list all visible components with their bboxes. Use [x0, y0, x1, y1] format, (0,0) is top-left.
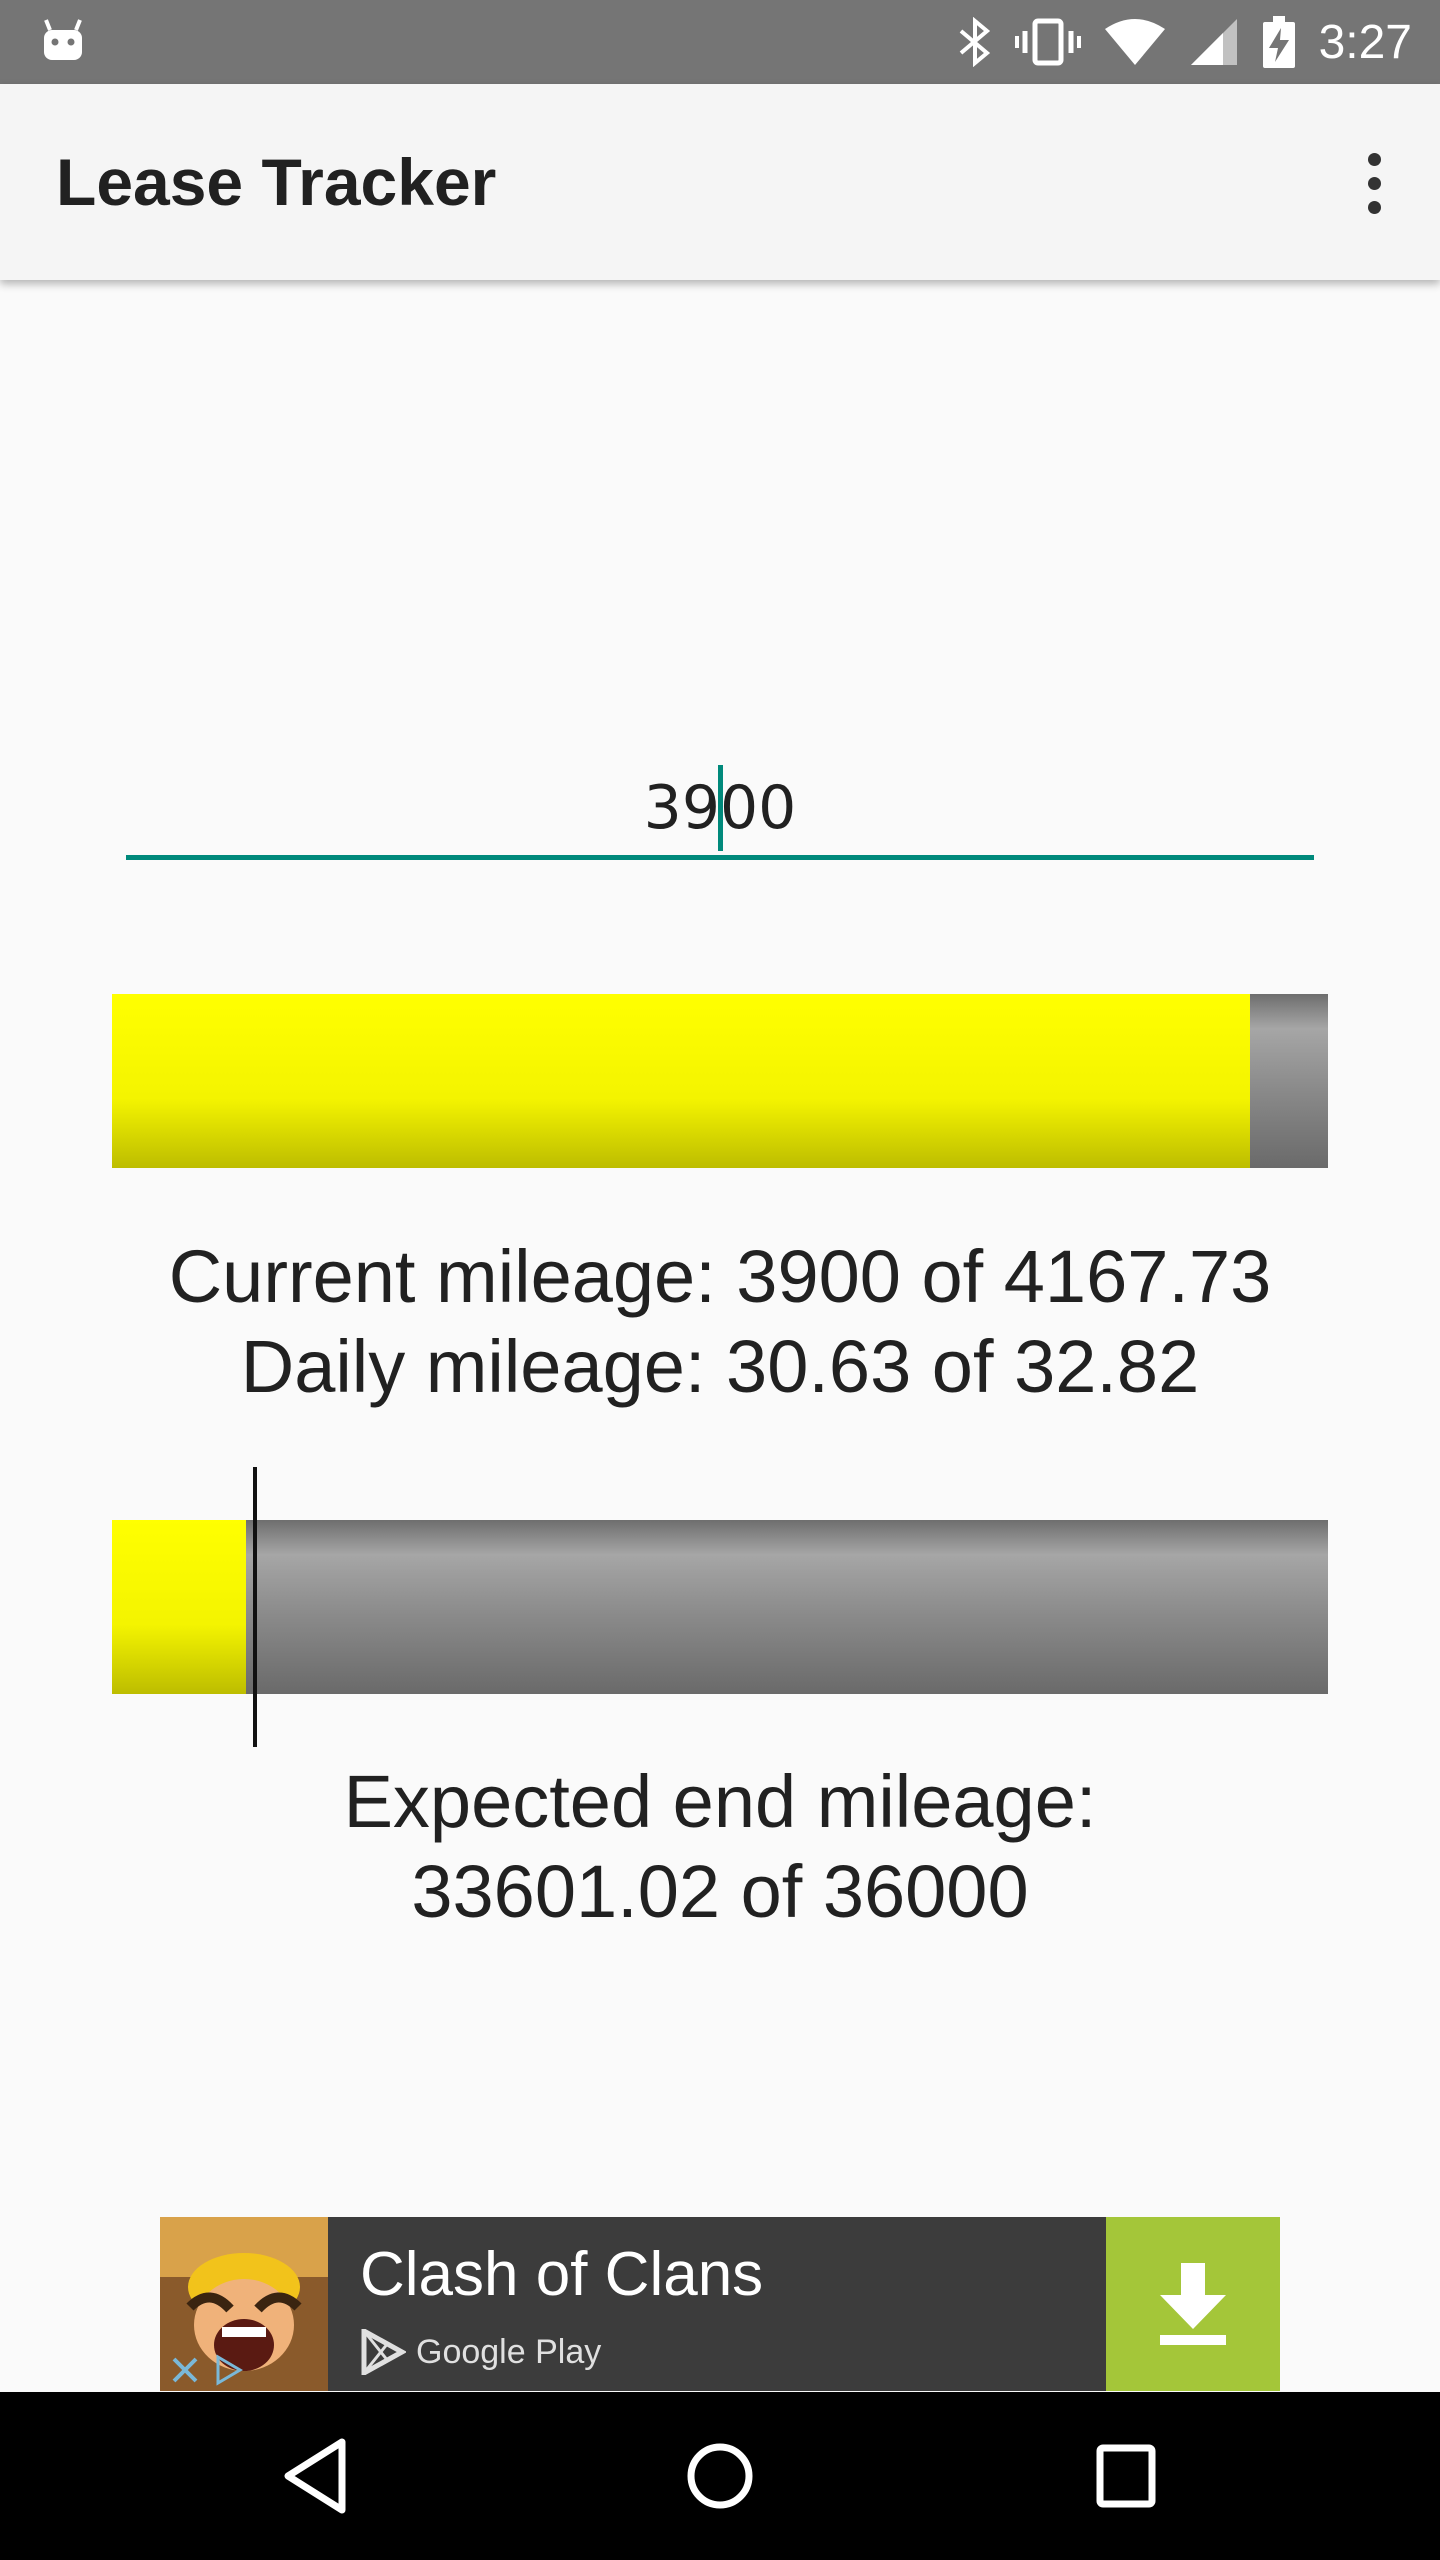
- status-time: 3:27: [1318, 15, 1412, 69]
- expected-position-marker: [253, 1467, 258, 1747]
- expected-end-label: Expected end mileage:: [343, 1760, 1097, 1843]
- mileage-summary: Current mileage: 3900 of 4167.73 Daily m…: [0, 1232, 1440, 1412]
- ad-store-label: Google Play: [416, 2332, 602, 2371]
- expected-summary: Expected end mileage: 33601.02 of 36000: [0, 1757, 1440, 1937]
- vibrate-icon: [1014, 18, 1081, 66]
- lease-progress-fill: [112, 1520, 246, 1694]
- ad-choices[interactable]: [160, 2349, 252, 2391]
- app-bar: Lease Tracker: [0, 84, 1440, 280]
- daily-mileage-text: Daily mileage: 30.63 of 32.82: [240, 1325, 1200, 1408]
- expected-end-value: 33601.02 of 36000: [411, 1850, 1029, 1933]
- ad-title: Clash of Clans: [360, 2240, 764, 2309]
- recents-icon[interactable]: [1094, 2440, 1158, 2512]
- home-icon[interactable]: [684, 2436, 756, 2516]
- ad-store-badge: Google Play: [360, 2329, 601, 2375]
- ad-choices-icon[interactable]: [210, 2353, 244, 2387]
- current-mileage-progress-fill: [112, 994, 1251, 1168]
- app-title: Lease Tracker: [56, 145, 497, 219]
- wifi-icon: [1104, 19, 1165, 65]
- status-bar: 3:27: [0, 0, 1440, 84]
- back-icon[interactable]: [280, 2436, 352, 2516]
- more-vert-icon[interactable]: [1336, 138, 1412, 228]
- text-cursor: [718, 765, 723, 851]
- signal-icon: [1190, 19, 1237, 65]
- download-icon: [1160, 2263, 1226, 2345]
- battery-charging-icon: [1262, 16, 1295, 68]
- bluetooth-icon: [959, 17, 990, 67]
- current-mileage-progress-bar: [112, 994, 1328, 1168]
- google-play-icon: [361, 2329, 406, 2375]
- close-icon[interactable]: [168, 2353, 202, 2387]
- status-icons: 3:27: [957, 0, 1412, 84]
- navigation-bar: [0, 2392, 1440, 2560]
- ad-banner[interactable]: Clash of Clans Google Play: [160, 2217, 1280, 2391]
- lease-progress-bar: [112, 1520, 1328, 1694]
- current-mileage-text: Current mileage: 3900 of 4167.73: [168, 1235, 1272, 1318]
- android-notification-icon: [44, 19, 82, 60]
- download-button[interactable]: [1106, 2217, 1280, 2391]
